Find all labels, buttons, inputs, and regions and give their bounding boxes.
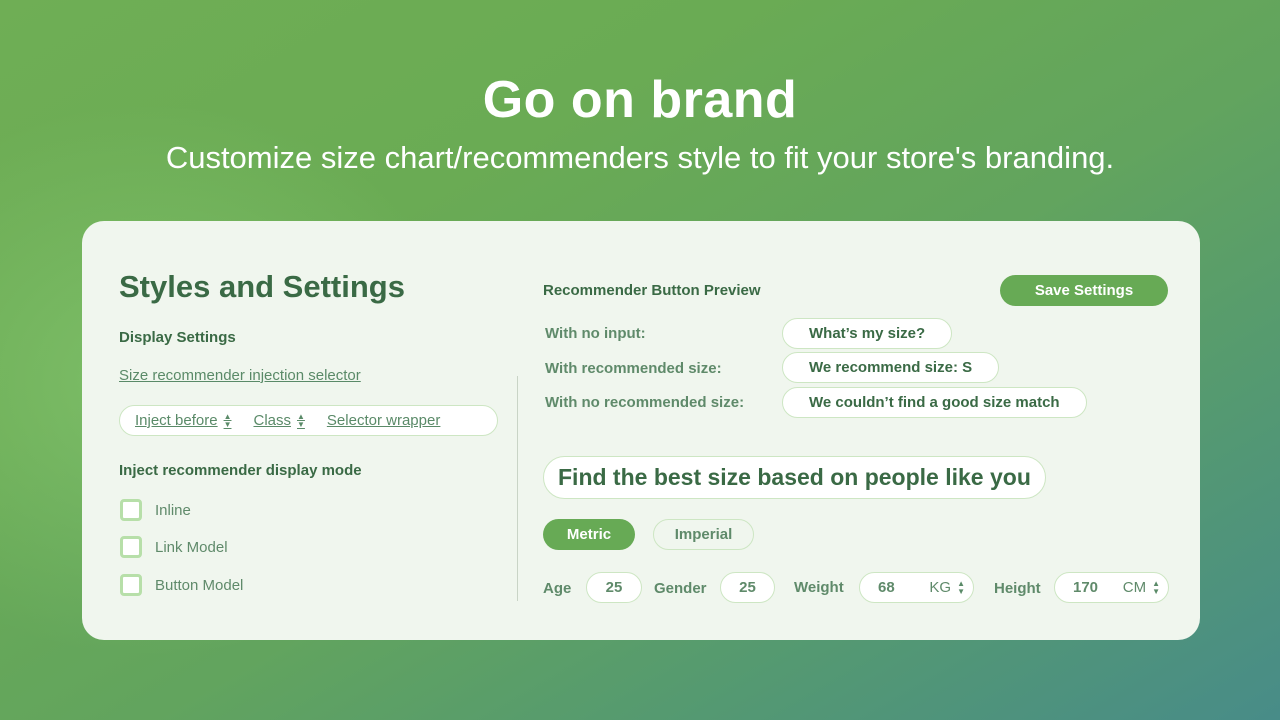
weight-label: Weight <box>794 579 844 596</box>
preview-button-recommended[interactable]: We recommend size: S <box>782 352 1000 383</box>
button-model-label: Button Model <box>155 576 244 594</box>
styles-settings-title: Styles and Settings <box>119 269 405 304</box>
age-label: Age <box>543 580 572 597</box>
height-label: Height <box>994 580 1041 597</box>
hero-title: Go on brand <box>482 71 798 129</box>
height-unit: CM <box>1122 579 1147 596</box>
preview-label-no-recommended: With no recommended size: <box>545 394 745 411</box>
preview-button-no-input[interactable]: What’s my size? <box>782 318 953 349</box>
weight-input[interactable]: 68 KG ▲ ▼ <box>859 572 974 603</box>
gender-input[interactable]: 25 <box>720 572 775 603</box>
inline-label: Inline <box>155 501 191 519</box>
column-divider <box>517 376 518 601</box>
up-down-arrows-icon[interactable]: ▲ ▼ <box>224 412 232 429</box>
settings-card: Styles and Settings Display Settings Siz… <box>82 221 1200 640</box>
age-input[interactable]: 25 <box>586 572 642 603</box>
weight-unit: KG <box>929 579 952 596</box>
gender-label: Gender <box>654 580 707 597</box>
height-input[interactable]: 170 CM ▲ ▼ <box>1054 572 1169 603</box>
imperial-toggle[interactable]: Imperial <box>653 519 754 550</box>
up-down-arrows-icon[interactable]: ▲ ▼ <box>1152 579 1160 596</box>
metric-toggle[interactable]: Metric <box>543 519 635 550</box>
selector-type-select[interactable]: Class ▲ ▼ <box>253 412 304 429</box>
link-model-checkbox[interactable] <box>120 536 142 558</box>
preview-heading: Recommender Button Preview <box>543 282 761 299</box>
injection-selector-link[interactable]: Size recommender injection selector <box>119 367 361 384</box>
mode-link-model-option[interactable]: Link Model <box>120 536 228 558</box>
display-settings-heading: Display Settings <box>119 329 236 346</box>
display-mode-heading: Inject recommender display mode <box>119 462 362 479</box>
preview-label-no-input: With no input: <box>545 325 646 342</box>
link-model-label: Link Model <box>155 538 228 556</box>
injection-selector-field: Inject before ▲ ▼ Class ▲ ▼ Selector wrapp… <box>119 405 498 436</box>
hero-subtitle: Customize size chart/recommenders style … <box>165 140 1115 175</box>
preview-label-recommended: With recommended size: <box>545 360 722 377</box>
inline-checkbox[interactable] <box>120 499 142 521</box>
selector-value-input[interactable]: Selector wrapper <box>327 412 440 429</box>
mode-button-model-option[interactable]: Button Model <box>120 574 243 596</box>
save-settings-button[interactable]: Save Settings <box>1000 275 1168 306</box>
preview-button-no-recommended[interactable]: We couldn’t find a good size match <box>782 387 1087 418</box>
up-down-arrows-icon[interactable]: ▲ ▼ <box>957 579 965 596</box>
find-size-title: Find the best size based on people like … <box>543 456 1046 499</box>
inject-position-select[interactable]: Inject before ▲ ▼ <box>135 412 231 429</box>
up-down-arrows-icon[interactable]: ▲ ▼ <box>297 412 305 429</box>
button-model-checkbox[interactable] <box>120 574 142 596</box>
mode-inline-option[interactable]: Inline <box>120 499 191 521</box>
